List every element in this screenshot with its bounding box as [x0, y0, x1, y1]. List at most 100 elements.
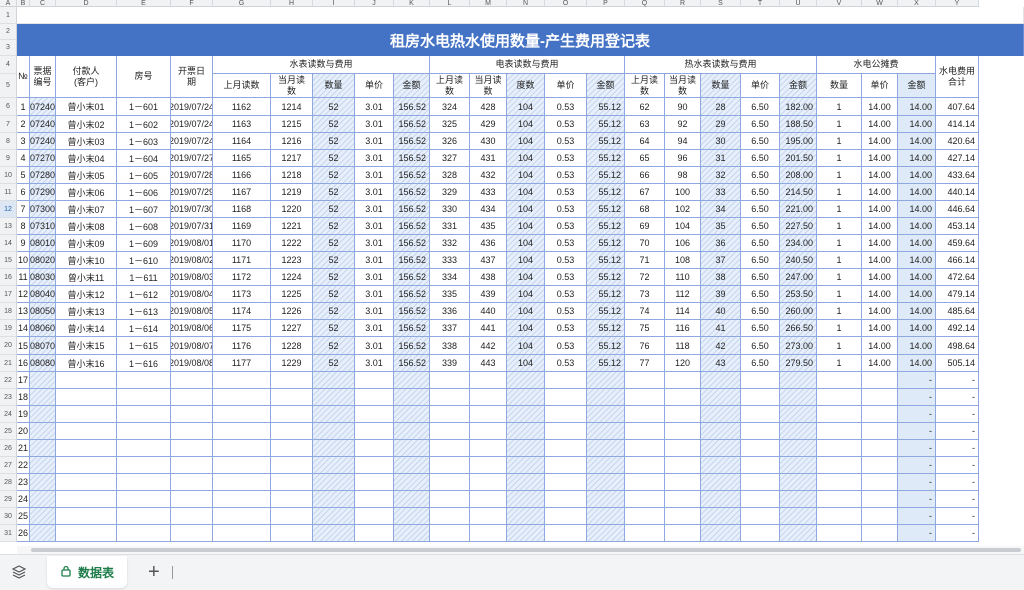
empty-cell-r18-c21[interactable] [862, 389, 898, 406]
cell-r8-c3[interactable]: 1－608 [117, 218, 171, 235]
cell-r5-c21[interactable]: 14.00 [862, 167, 898, 184]
cell-r5-c14[interactable]: 55.12 [587, 167, 625, 184]
row-header-4[interactable]: 4 [0, 56, 17, 74]
row-header-29[interactable]: 29 [0, 491, 17, 508]
empty-cell-r19-c20[interactable] [817, 406, 862, 423]
header-sub-unit_price[interactable]: 单价 [355, 74, 394, 98]
cell-r5-c12[interactable]: 104 [507, 167, 545, 184]
cell-r8-c20[interactable]: 1 [817, 218, 862, 235]
header-sub-qty[interactable]: 数量 [701, 74, 741, 98]
cell-r8-c16[interactable]: 104 [665, 218, 701, 235]
cell-r12-c10[interactable]: 335 [430, 286, 470, 303]
empty-cell-r19-c19[interactable] [780, 406, 817, 423]
cell-r13-c3[interactable]: 1－613 [117, 303, 171, 320]
cell-r2-c19[interactable]: 188.50 [780, 116, 817, 133]
empty-cell-r21-c22[interactable]: - [898, 440, 936, 457]
empty-cell-r23-c8[interactable] [355, 474, 394, 491]
cell-r13-c6[interactable]: 1226 [271, 303, 313, 320]
empty-cell-r24-c4[interactable] [171, 491, 213, 508]
empty-cell-r20-c1[interactable] [30, 423, 56, 440]
empty-cell-r23-c5[interactable] [213, 474, 271, 491]
empty-cell-r17-c9[interactable] [394, 372, 430, 389]
cell-r14-c14[interactable]: 55.12 [587, 320, 625, 337]
cell-r4-c4[interactable]: 2019/07/27 [171, 150, 213, 167]
empty-cell-r21-c3[interactable] [117, 440, 171, 457]
cell-r3-c7[interactable]: 52 [313, 133, 355, 150]
cell-r10-c19[interactable]: 240.50 [780, 252, 817, 269]
header-sub-qty[interactable]: 数量 [817, 74, 862, 98]
layers-icon[interactable] [11, 564, 27, 584]
cell-r8-c17[interactable]: 35 [701, 218, 741, 235]
row-header-17[interactable]: 17 [0, 286, 17, 303]
cell-r4-c13[interactable]: 0.53 [545, 150, 587, 167]
cell-r11-c12[interactable]: 104 [507, 269, 545, 286]
row-header-7[interactable]: 7 [0, 116, 17, 133]
cell-r4-c7[interactable]: 52 [313, 150, 355, 167]
cell-r13-c22[interactable]: 14.00 [898, 303, 936, 320]
cell-r8-c4[interactable]: 2019/07/31 [171, 218, 213, 235]
cell-r13-c0[interactable]: 13 [17, 303, 30, 320]
cell-r11-c20[interactable]: 1 [817, 269, 862, 286]
cell-r2-c8[interactable]: 3.01 [355, 116, 394, 133]
empty-cell-r22-c21[interactable] [862, 457, 898, 474]
cell-r12-c15[interactable]: 73 [625, 286, 665, 303]
cell-r10-c12[interactable]: 104 [507, 252, 545, 269]
empty-cell-r18-c22[interactable]: - [898, 389, 936, 406]
empty-cell-r24-c6[interactable] [271, 491, 313, 508]
cell-r15-c5[interactable]: 1176 [213, 337, 271, 355]
empty-cell-r17-c21[interactable] [862, 372, 898, 389]
cell-r13-c11[interactable]: 440 [470, 303, 507, 320]
empty-cell-r18-c8[interactable] [355, 389, 394, 406]
cell-r13-c15[interactable]: 74 [625, 303, 665, 320]
empty-cell-r23-c4[interactable] [171, 474, 213, 491]
cell-r12-c14[interactable]: 55.12 [587, 286, 625, 303]
header-sub-degree[interactable]: 度数 [507, 74, 545, 98]
cell-r10-c1[interactable]: 190802001 [30, 252, 56, 269]
empty-cell-r18-c13[interactable] [545, 389, 587, 406]
cell-r11-c2[interactable]: 曾小末11 [56, 269, 117, 286]
cell-r8-c1[interactable]: 190731001 [30, 218, 56, 235]
cell-r3-c0[interactable]: 3 [17, 133, 30, 150]
cell-r16-c3[interactable]: 1－616 [117, 355, 171, 372]
cell-r2-c22[interactable]: 14.00 [898, 116, 936, 133]
empty-cell-r23-c16[interactable] [665, 474, 701, 491]
header-invoice-date[interactable]: 开票日期 [171, 56, 213, 98]
cell-r14-c2[interactable]: 曾小末14 [56, 320, 117, 337]
cell-r6-c4[interactable]: 2019/07/29 [171, 184, 213, 201]
cell-r14-c17[interactable]: 41 [701, 320, 741, 337]
empty-cell-r18-c12[interactable] [507, 389, 545, 406]
empty-cell-r17-c17[interactable] [701, 372, 741, 389]
cell-r15-c15[interactable]: 76 [625, 337, 665, 355]
empty-cell-r20-c7[interactable] [313, 423, 355, 440]
cell-r13-c2[interactable]: 曾小末13 [56, 303, 117, 320]
cell-r7-c5[interactable]: 1168 [213, 201, 271, 218]
row-header-18[interactable]: 18 [0, 303, 17, 320]
empty-cell-r25-c5[interactable] [213, 508, 271, 525]
cell-r8-c18[interactable]: 6.50 [741, 218, 780, 235]
row-header-13[interactable]: 13 [0, 218, 17, 235]
empty-cell-r17-c5[interactable] [213, 372, 271, 389]
cell-r11-c23[interactable]: 472.64 [936, 269, 979, 286]
cell-r6-c8[interactable]: 3.01 [355, 184, 394, 201]
header-sub-last_reading[interactable]: 上月读数 [213, 74, 271, 98]
row-header-12[interactable]: 12 [0, 201, 17, 218]
empty-cell-r23-c20[interactable] [817, 474, 862, 491]
column-header-u[interactable]: U [780, 0, 817, 7]
cell-r9-c5[interactable]: 1170 [213, 235, 271, 252]
cell-r12-c12[interactable]: 104 [507, 286, 545, 303]
empty-cell-r22-c0[interactable]: 22 [17, 457, 30, 474]
cell-r1-c5[interactable]: 1162 [213, 98, 271, 116]
column-header-a[interactable]: A [0, 0, 17, 7]
empty-cell-r23-c7[interactable] [313, 474, 355, 491]
empty-cell-r24-c12[interactable] [507, 491, 545, 508]
cell-r10-c23[interactable]: 466.14 [936, 252, 979, 269]
cell-r8-c13[interactable]: 0.53 [545, 218, 587, 235]
empty-cell-r21-c9[interactable] [394, 440, 430, 457]
cell-r10-c3[interactable]: 1－610 [117, 252, 171, 269]
empty-cell-r26-c20[interactable] [817, 525, 862, 542]
cell-r9-c3[interactable]: 1－609 [117, 235, 171, 252]
empty-cell-r26-c22[interactable]: - [898, 525, 936, 542]
empty-cell-r23-c13[interactable] [545, 474, 587, 491]
empty-cell-r17-c20[interactable] [817, 372, 862, 389]
row-header-30[interactable]: 30 [0, 508, 17, 525]
